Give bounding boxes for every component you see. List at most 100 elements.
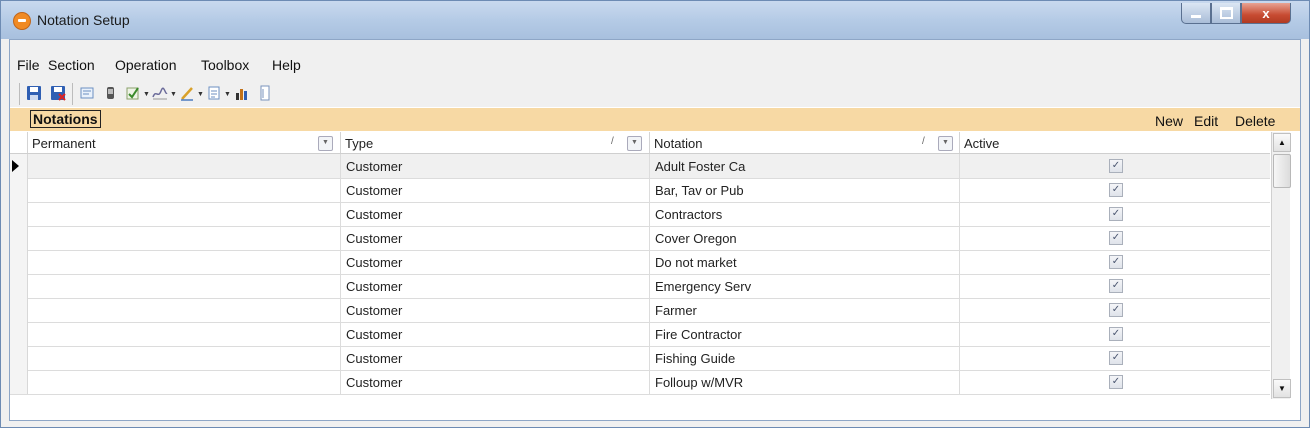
cell-active: ✓: [960, 322, 1270, 346]
active-checkbox[interactable]: ✓: [1109, 351, 1123, 365]
row-header[interactable]: [10, 178, 28, 202]
vertical-scrollbar[interactable]: ▲ ▼: [1271, 132, 1291, 399]
close-button[interactable]: x: [1241, 3, 1291, 24]
menu-toolbox[interactable]: Toolbox: [201, 57, 249, 73]
cell-permanent[interactable]: [28, 250, 341, 274]
notes-icon[interactable]: [206, 85, 222, 101]
delete-button[interactable]: Delete: [1235, 113, 1275, 129]
edit-button[interactable]: Edit: [1194, 113, 1218, 129]
scroll-thumb[interactable]: [1273, 154, 1291, 188]
table-row[interactable]: Customer Contractors ✓: [10, 202, 1270, 227]
cell-permanent[interactable]: [28, 154, 341, 178]
row-header[interactable]: [10, 154, 28, 178]
save-icon[interactable]: [26, 85, 42, 101]
cell-notation[interactable]: Do not market: [650, 250, 960, 274]
maximize-button[interactable]: [1211, 3, 1241, 24]
cell-permanent[interactable]: [28, 226, 341, 250]
cell-permanent[interactable]: [28, 202, 341, 226]
active-checkbox[interactable]: ✓: [1109, 303, 1123, 317]
title-bar[interactable]: Notation Setup x: [1, 1, 1309, 39]
table-row[interactable]: Customer Farmer ✓: [10, 298, 1270, 323]
table-row[interactable]: Customer Emergency Serv ✓: [10, 274, 1270, 299]
cell-type[interactable]: Customer: [341, 202, 650, 226]
cell-type[interactable]: Customer: [341, 298, 650, 322]
cell-text: Customer: [346, 255, 403, 270]
document-icon[interactable]: [257, 85, 273, 101]
checklist-icon[interactable]: [125, 85, 141, 101]
table-row[interactable]: Customer Fire Contractor ✓: [10, 322, 1270, 347]
edit-document-icon[interactable]: [79, 85, 95, 101]
row-header[interactable]: [10, 370, 28, 394]
scroll-up-button[interactable]: ▲: [1273, 133, 1291, 152]
column-header-permanent[interactable]: Permanent ▼: [28, 132, 341, 153]
cell-permanent[interactable]: [28, 274, 341, 298]
cell-permanent[interactable]: [28, 322, 341, 346]
table-row[interactable]: Customer Folloup w/MVR ✓: [10, 370, 1270, 395]
new-button[interactable]: New: [1155, 113, 1183, 129]
active-checkbox[interactable]: ✓: [1109, 231, 1123, 245]
scroll-down-button[interactable]: ▼: [1273, 379, 1291, 398]
minimize-button[interactable]: [1181, 3, 1211, 24]
cell-notation[interactable]: Fire Contractor: [650, 322, 960, 346]
cell-notation[interactable]: Fishing Guide: [650, 346, 960, 370]
signature-icon[interactable]: [152, 85, 168, 101]
cell-notation[interactable]: Adult Foster Ca: [650, 154, 960, 178]
cell-type[interactable]: Customer: [341, 250, 650, 274]
cell-permanent[interactable]: [28, 370, 341, 394]
active-checkbox[interactable]: ✓: [1109, 159, 1123, 173]
cell-notation[interactable]: Folloup w/MVR: [650, 370, 960, 394]
cell-notation[interactable]: Bar, Tav or Pub: [650, 178, 960, 202]
active-checkbox[interactable]: ✓: [1109, 183, 1123, 197]
row-header[interactable]: [10, 202, 28, 226]
dropdown-arrow-icon[interactable]: ▼: [143, 91, 150, 98]
dropdown-arrow-icon[interactable]: ▼: [170, 91, 177, 98]
cell-type[interactable]: Customer: [341, 178, 650, 202]
pen-icon[interactable]: [179, 85, 195, 101]
active-checkbox[interactable]: ✓: [1109, 279, 1123, 293]
active-checkbox[interactable]: ✓: [1109, 375, 1123, 389]
cell-notation[interactable]: Contractors: [650, 202, 960, 226]
cell-type[interactable]: Customer: [341, 346, 650, 370]
active-checkbox[interactable]: ✓: [1109, 255, 1123, 269]
cell-notation[interactable]: Farmer: [650, 298, 960, 322]
row-header[interactable]: [10, 274, 28, 298]
filter-icon[interactable]: ▼: [938, 136, 953, 151]
cell-type[interactable]: Customer: [341, 154, 650, 178]
filter-icon[interactable]: ▼: [318, 136, 333, 151]
row-header[interactable]: [10, 346, 28, 370]
column-header-type[interactable]: Type / ▼: [341, 132, 650, 153]
cell-notation[interactable]: Emergency Serv: [650, 274, 960, 298]
filter-icon[interactable]: ▼: [627, 136, 642, 151]
cell-permanent[interactable]: [28, 298, 341, 322]
table-row[interactable]: Customer Adult Foster Ca ✓: [10, 154, 1270, 179]
cell-type[interactable]: Customer: [341, 370, 650, 394]
cell-text: Contractors: [655, 207, 723, 222]
row-header[interactable]: [10, 250, 28, 274]
menu-operation[interactable]: Operation: [115, 57, 176, 73]
cell-permanent[interactable]: [28, 346, 341, 370]
cell-notation[interactable]: Cover Oregon: [650, 226, 960, 250]
reports-icon[interactable]: [234, 85, 250, 101]
table-row[interactable]: Customer Do not market ✓: [10, 250, 1270, 275]
column-header-active[interactable]: Active: [960, 132, 1270, 153]
column-header-notation[interactable]: Notation / ▼: [650, 132, 960, 153]
menu-help[interactable]: Help: [272, 57, 301, 73]
phone-icon[interactable]: [102, 85, 118, 101]
row-header[interactable]: [10, 322, 28, 346]
menu-section[interactable]: Section: [48, 57, 95, 73]
cell-permanent[interactable]: [28, 178, 341, 202]
cell-type[interactable]: Customer: [341, 274, 650, 298]
menu-file[interactable]: File: [17, 57, 40, 73]
row-header[interactable]: [10, 226, 28, 250]
dropdown-arrow-icon[interactable]: ▼: [224, 91, 231, 98]
cell-type[interactable]: Customer: [341, 226, 650, 250]
save-close-icon[interactable]: [50, 85, 66, 101]
dropdown-arrow-icon[interactable]: ▼: [197, 91, 204, 98]
row-header[interactable]: [10, 298, 28, 322]
table-row[interactable]: Customer Cover Oregon ✓: [10, 226, 1270, 251]
active-checkbox[interactable]: ✓: [1109, 327, 1123, 341]
table-row[interactable]: Customer Bar, Tav or Pub ✓: [10, 178, 1270, 203]
table-row[interactable]: Customer Fishing Guide ✓: [10, 346, 1270, 371]
cell-type[interactable]: Customer: [341, 322, 650, 346]
active-checkbox[interactable]: ✓: [1109, 207, 1123, 221]
